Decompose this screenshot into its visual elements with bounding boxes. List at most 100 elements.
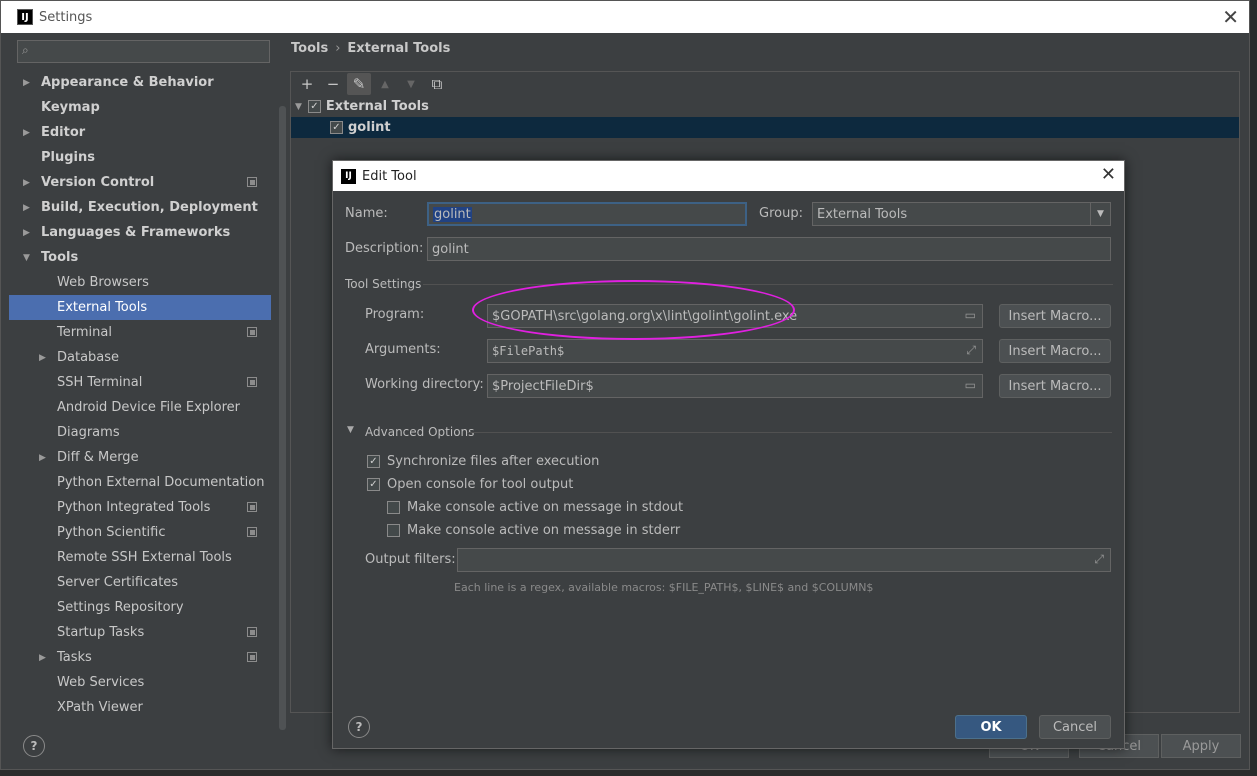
move-down-icon[interactable]: ▼ [399, 73, 423, 95]
folder-icon[interactable]: ▭ [965, 378, 976, 392]
option-checkbox[interactable] [387, 524, 400, 537]
app-icon: IJ [17, 9, 33, 25]
option-2[interactable]: Make console active on message in stdout [387, 500, 683, 515]
dialog-help-button[interactable]: ? [348, 716, 370, 738]
chevron-right-icon[interactable]: ▶ [23, 203, 30, 213]
settings-apply-button[interactable]: Apply [1161, 734, 1241, 758]
dialog-cancel-button[interactable]: Cancel [1039, 715, 1111, 739]
sidebar-item-python-integrated-tools[interactable]: Python Integrated Tools [9, 495, 271, 520]
chevron-right-icon[interactable]: ▶ [39, 453, 46, 463]
option-3[interactable]: Make console active on message in stderr [387, 523, 680, 538]
option-checkbox[interactable] [387, 501, 400, 514]
edit-icon[interactable]: ✎ [347, 73, 371, 95]
sidebar-item-editor[interactable]: ▶ Editor [9, 120, 271, 145]
sidebar-item-python-external-documentation[interactable]: Python External Documentation [9, 470, 271, 495]
expand-icon[interactable]: ⤢ [1094, 552, 1104, 567]
breadcrumb-current: External Tools [347, 41, 451, 56]
workdir-input[interactable]: $ProjectFileDir$ ▭ [487, 374, 983, 398]
insert-macro-arguments-button[interactable]: Insert Macro... [999, 339, 1111, 363]
sidebar-item-label: Web Services [57, 675, 145, 690]
sidebar-item-python-scientific[interactable]: Python Scientific [9, 520, 271, 545]
sidebar-item-terminal[interactable]: Terminal [9, 320, 271, 345]
sidebar-item-version-control[interactable]: ▶ Version Control [9, 170, 271, 195]
sidebar-item-web-browsers[interactable]: Web Browsers [9, 270, 271, 295]
chevron-down-icon[interactable]: ▼ [23, 253, 30, 263]
program-label: Program: [365, 307, 425, 322]
chevron-right-icon[interactable]: ▶ [23, 178, 30, 188]
option-checkbox[interactable]: ✓ [367, 478, 380, 491]
option-1[interactable]: ✓ Open console for tool output [367, 477, 573, 492]
sidebar-item-external-tools[interactable]: External Tools [9, 295, 271, 320]
program-input[interactable]: $GOPATH\src\golang.org\x\lint\golint\gol… [487, 304, 983, 328]
sidebar-item-plugins[interactable]: Plugins [9, 145, 271, 170]
tool-row-golint[interactable]: ✓ golint [291, 117, 1239, 138]
expand-icon[interactable]: ⤢ [966, 343, 976, 358]
divider [467, 432, 1112, 433]
sidebar-item-tools[interactable]: ▼ Tools [9, 245, 271, 270]
sidebar-item-label: Appearance & Behavior [41, 75, 214, 90]
tools-group-row[interactable]: ▼ ✓ External Tools [291, 96, 1239, 117]
description-input[interactable]: golint [427, 237, 1111, 261]
chevron-right-icon[interactable]: ▶ [23, 228, 30, 238]
help-button[interactable]: ? [23, 735, 45, 757]
sidebar-scrollbar[interactable] [279, 106, 286, 730]
sidebar-item-xpath-viewer[interactable]: XPath Viewer [9, 695, 271, 720]
sidebar-item-server-certificates[interactable]: Server Certificates [9, 570, 271, 595]
group-label: External Tools [325, 99, 429, 114]
search-icon: ⌕ [22, 43, 29, 57]
sidebar-item-remote-ssh-external-tools[interactable]: Remote SSH External Tools [9, 545, 271, 570]
name-label: Name: [345, 206, 388, 221]
insert-macro-program-button[interactable]: Insert Macro... [999, 304, 1111, 328]
remove-icon[interactable]: − [321, 73, 345, 95]
sidebar-item-settings-repository[interactable]: Settings Repository [9, 595, 271, 620]
sidebar-item-languages-frameworks[interactable]: ▶ Languages & Frameworks [9, 220, 271, 245]
sidebar-item-keymap[interactable]: Keymap [9, 95, 271, 120]
chevron-down-icon[interactable]: ▼ [1090, 203, 1110, 225]
option-0[interactable]: ✓ Synchronize files after execution [367, 454, 599, 469]
tools-toolbar: + − ✎ ▲ ▼ ⧉ [291, 72, 1239, 96]
sidebar-item-build-execution-deployment[interactable]: ▶ Build, Execution, Deployment [9, 195, 271, 220]
insert-macro-workdir-button[interactable]: Insert Macro... [999, 374, 1111, 398]
output-filters-input[interactable]: ⤢ [457, 548, 1111, 572]
close-icon[interactable]: ✕ [1222, 5, 1239, 29]
chevron-right-icon[interactable]: ▶ [39, 353, 46, 363]
sidebar-item-label: Tasks [57, 650, 92, 665]
workdir-label: Working directory: [365, 377, 484, 392]
close-icon[interactable]: ✕ [1101, 164, 1116, 185]
arguments-input[interactable]: $FilePath$ ⤢ [487, 339, 983, 363]
sidebar-item-startup-tasks[interactable]: Startup Tasks [9, 620, 271, 645]
workdir-value: $ProjectFileDir$ [492, 378, 594, 394]
option-label: Make console active on message in stderr [407, 523, 681, 538]
sidebar-item-android-device-file-explorer[interactable]: Android Device File Explorer [9, 395, 271, 420]
app-icon: IJ [341, 168, 356, 184]
sidebar-item-appearance-behavior[interactable]: ▶ Appearance & Behavior [9, 70, 271, 95]
macros-hint: Each line is a regex, available macros: … [454, 581, 874, 594]
sidebar-item-tasks[interactable]: ▶ Tasks [9, 645, 271, 670]
sidebar-item-label: Version Control [41, 175, 155, 190]
option-label: Make console active on message in stdout [407, 500, 684, 515]
chevron-right-icon[interactable]: ▶ [23, 128, 30, 138]
name-input[interactable]: golint [427, 202, 747, 226]
sidebar-item-label: Build, Execution, Deployment [41, 200, 258, 215]
chevron-right-icon[interactable]: ▶ [23, 78, 30, 88]
chevron-down-icon[interactable]: ▼ [347, 425, 354, 435]
sidebar-item-web-services[interactable]: Web Services [9, 670, 271, 695]
sidebar-item-diff-merge[interactable]: ▶ Diff & Merge [9, 445, 271, 470]
sidebar-item-database[interactable]: ▶ Database [9, 345, 271, 370]
folder-icon[interactable]: ▭ [965, 308, 976, 322]
sidebar-item-diagrams[interactable]: Diagrams [9, 420, 271, 445]
dialog-ok-button[interactable]: OK [955, 715, 1027, 739]
chevron-right-icon[interactable]: ▶ [39, 653, 46, 663]
copy-icon[interactable]: ⧉ [425, 73, 449, 95]
advanced-options-title[interactable]: Advanced Options [365, 425, 474, 439]
add-icon[interactable]: + [295, 73, 319, 95]
sidebar-item-label: Plugins [41, 150, 95, 165]
tool-checkbox[interactable]: ✓ [330, 121, 343, 134]
search-input[interactable]: ⌕ [17, 40, 270, 63]
group-checkbox[interactable]: ✓ [307, 100, 321, 113]
option-checkbox[interactable]: ✓ [367, 455, 380, 468]
chevron-down-icon[interactable]: ▼ [295, 102, 302, 112]
move-up-icon[interactable]: ▲ [373, 73, 397, 95]
group-select[interactable]: External Tools ▼ [812, 202, 1111, 226]
sidebar-item-ssh-terminal[interactable]: SSH Terminal [9, 370, 271, 395]
